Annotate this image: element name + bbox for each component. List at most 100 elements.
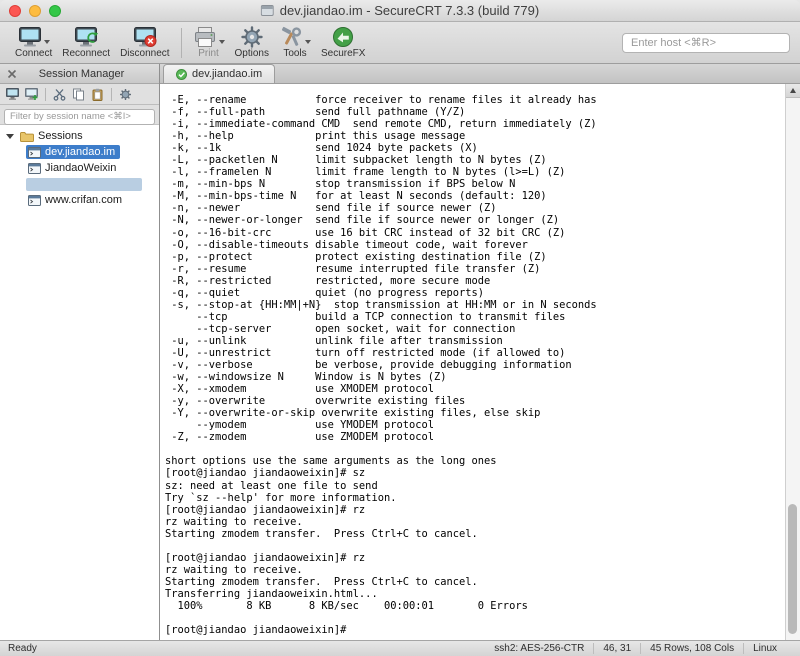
session-item-label: dev.jiandao.im xyxy=(45,146,116,158)
panel-toolbar-separator xyxy=(45,87,46,101)
terminal-line: -L, --packetlen N limit subpacket length… xyxy=(165,154,547,167)
tab-label: dev.jiandao.im xyxy=(192,68,263,80)
disconnect-label: Disconnect xyxy=(120,48,170,59)
tab-dev-jiandao-im[interactable]: dev.jiandao.im xyxy=(163,64,276,83)
terminal-line: -M, --min-bps-time N for at least N seco… xyxy=(165,190,547,203)
new-session-icon xyxy=(24,87,39,101)
print-button[interactable]: Print xyxy=(188,25,230,60)
terminal-line: -f, --full-path send full pathname (Y/Z) xyxy=(165,106,466,119)
options-button[interactable]: Options xyxy=(230,25,274,60)
session-item-label: JiandaoWeixin xyxy=(45,162,117,174)
host-input[interactable] xyxy=(622,32,790,53)
printer-icon xyxy=(193,26,217,48)
new-session-button[interactable] xyxy=(23,86,40,103)
status-terminal-size: 45 Rows, 108 Cols xyxy=(640,643,743,654)
terminal-line: -m, --min-bps N stop transmission if BPS… xyxy=(165,178,516,191)
main-area: Session Manager Filter by session name <… xyxy=(0,64,800,640)
connect-label: Connect xyxy=(15,48,53,59)
status-remote-os: Linux xyxy=(743,643,786,654)
connected-check-icon xyxy=(176,68,187,80)
session-filter-input[interactable] xyxy=(4,108,155,125)
terminal-line: [root@jiandao jiandaoweixin]# xyxy=(165,624,353,637)
session-item-www-crifan-com[interactable]: www.crifan.com xyxy=(0,192,159,208)
scroll-up-arrow-icon xyxy=(790,88,796,93)
terminal-line: -i, --immediate-command CMD send remote … xyxy=(165,118,597,131)
session-tree: Sessions dev.jiandao.im JiandaoWeixin ww… xyxy=(0,125,159,640)
toolbar-separator xyxy=(180,27,182,58)
session-terminal-icon xyxy=(28,162,41,174)
securecrt-window: dev.jiandao.im - SecureCRT 7.3.3 (build … xyxy=(0,0,800,656)
terminal-line: Starting zmodem transfer. Press Ctrl+C t… xyxy=(165,527,478,540)
session-item-untitled[interactable] xyxy=(0,176,159,192)
terminal-line: -r, --resume resume interrupted file tra… xyxy=(165,262,541,275)
securefx-button[interactable]: SecureFX xyxy=(316,25,370,60)
tree-folder-sessions[interactable]: Sessions xyxy=(0,128,159,144)
session-manager-title: Session Manager xyxy=(38,67,125,80)
print-label: Print xyxy=(198,48,219,59)
terminal-line: -k, --1k send 1024 byte packets (X) xyxy=(165,142,478,155)
panel-toolbar-separator xyxy=(111,87,112,101)
terminal-line: -l, --framelen N limit frame length to N… xyxy=(165,166,566,179)
minimize-button[interactable] xyxy=(29,4,41,17)
scroll-up-button[interactable] xyxy=(786,84,800,98)
traffic-lights xyxy=(0,4,61,17)
scrollbar-thumb[interactable] xyxy=(788,504,797,634)
status-right-group: ssh2: AES-256-CTR 46, 31 45 Rows, 108 Co… xyxy=(485,643,792,654)
terminal-line: -Z, --zmodem use ZMODEM protocol xyxy=(165,431,434,444)
terminal-line: short options use the same arguments as … xyxy=(165,455,497,468)
terminal-line: -Y, --overwrite-or-skip overwrite existi… xyxy=(165,407,541,420)
session-manager-header: Session Manager xyxy=(0,64,159,84)
tools-icon xyxy=(279,26,303,48)
reconnect-label: Reconnect xyxy=(62,48,111,59)
paste-button[interactable] xyxy=(89,86,106,103)
connect-session-button[interactable] xyxy=(4,86,21,103)
terminal-line: -h, --help print this usage message xyxy=(165,130,466,143)
terminal-line: -E, --rename force receiver to rename fi… xyxy=(165,94,597,106)
terminal-scrollbar[interactable] xyxy=(785,84,800,640)
main-toolbar: Connect Reconnect Disconnect Print Optio… xyxy=(0,22,800,64)
tools-button[interactable]: Tools xyxy=(274,25,316,60)
status-encryption: ssh2: AES-256-CTR xyxy=(494,643,585,654)
monitor-disconnect-icon xyxy=(133,26,157,48)
terminal-line: -p, --protect protect existing destinati… xyxy=(165,250,547,263)
properties-button[interactable] xyxy=(117,86,134,103)
terminal-line: -N, --newer-or-longer send file if sourc… xyxy=(165,214,560,227)
disconnect-button[interactable]: Disconnect xyxy=(115,25,174,60)
terminal-line: -X, --xmodem use XMODEM protocol xyxy=(165,383,434,396)
window-title: dev.jiandao.im - SecureCRT 7.3.3 (build … xyxy=(279,3,540,18)
terminal-line: [root@jiandao jiandaoweixin]# sz xyxy=(165,467,366,480)
terminal-line: -O, --disable-timeouts disable timeout c… xyxy=(165,238,528,251)
copy-button[interactable] xyxy=(70,86,87,103)
session-item-dev-jiandao-im[interactable]: dev.jiandao.im xyxy=(0,144,159,160)
panel-close-icon[interactable] xyxy=(5,67,19,81)
chevron-down-icon xyxy=(305,40,311,44)
securefx-label: SecureFX xyxy=(321,48,366,59)
terminal-line: sz: need at least one file to send xyxy=(165,479,378,492)
connect-button[interactable]: Connect xyxy=(10,25,57,60)
terminal-line: Try `sz --help' for more information. xyxy=(165,491,397,504)
session-item-jiandaoweixin[interactable]: JiandaoWeixin xyxy=(0,160,159,176)
copy-icon xyxy=(72,88,85,101)
zoom-button[interactable] xyxy=(49,4,61,17)
cut-button[interactable] xyxy=(51,86,68,103)
titlebar: dev.jiandao.im - SecureCRT 7.3.3 (build … xyxy=(0,0,800,22)
terminal-line: -w, --windowsize N Window is N bytes (Z) xyxy=(165,371,447,384)
terminal-line: -u, --unlink unlink file after transmiss… xyxy=(165,334,503,347)
session-terminal-icon xyxy=(28,146,41,158)
window-title-wrap: dev.jiandao.im - SecureCRT 7.3.3 (build … xyxy=(260,3,540,18)
chevron-down-icon xyxy=(43,40,50,44)
paste-icon xyxy=(91,88,104,101)
close-button[interactable] xyxy=(9,4,21,17)
terminal-line: -o, --16-bit-crc use 16 bit CRC instead … xyxy=(165,226,566,239)
terminal-output[interactable]: -E, --rename force receiver to rename fi… xyxy=(160,84,785,640)
reconnect-button[interactable]: Reconnect xyxy=(57,25,115,60)
disclosure-triangle-icon[interactable] xyxy=(6,133,14,139)
tools-label: Tools xyxy=(283,48,307,59)
options-label: Options xyxy=(234,48,269,59)
session-manager-panel: Session Manager Filter by session name <… xyxy=(0,64,160,640)
properties-icon xyxy=(119,88,132,101)
terminal-pane: dev.jiandao.im -E, --rename force receiv… xyxy=(160,64,800,640)
folder-icon xyxy=(20,131,34,142)
